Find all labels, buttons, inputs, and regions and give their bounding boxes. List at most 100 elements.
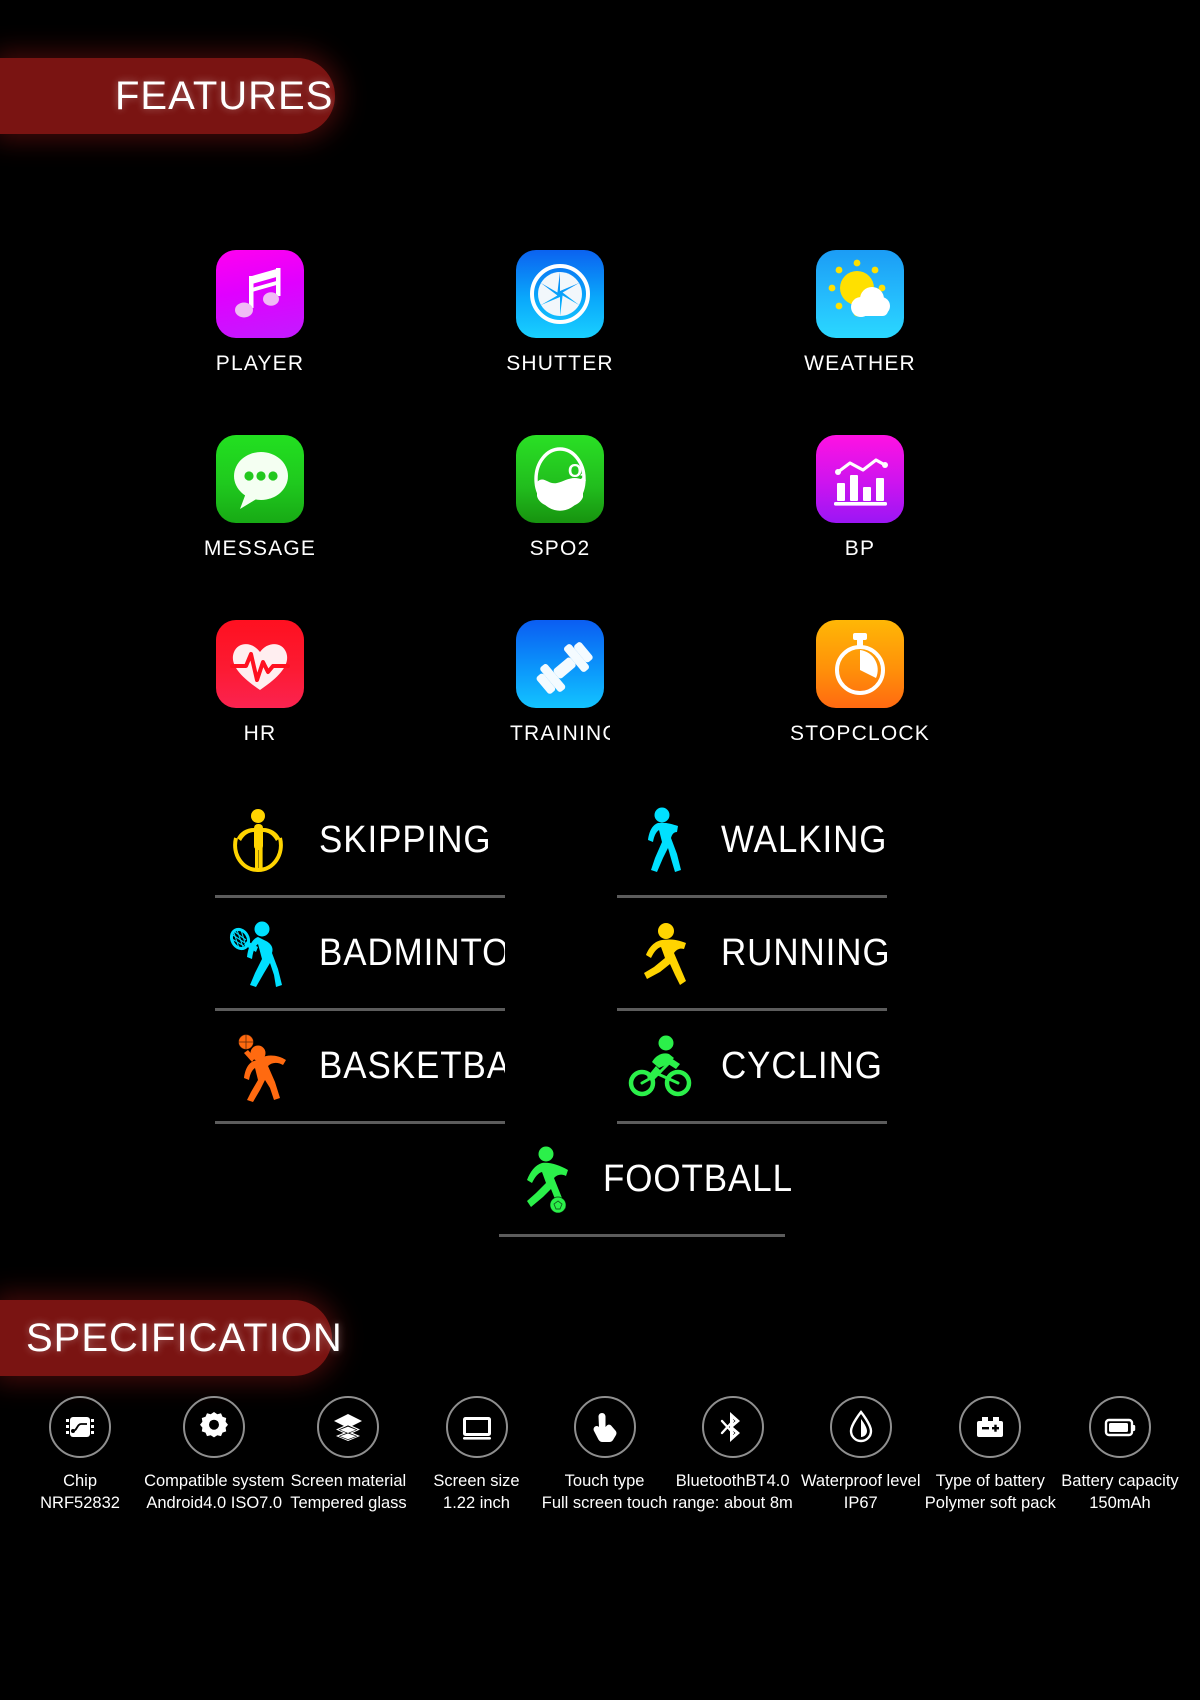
touch-hand-icon [573,1396,636,1458]
skipping-rope-figure-icon [215,797,301,883]
camera-aperture-icon [516,250,604,338]
spec-item-bluetooth: BluetoothBT4.0 range: about 8m [669,1396,797,1515]
spec-value: IP67 [843,1494,878,1513]
spec-title: Waterproof level [800,1472,921,1490]
badminton-figure-icon [215,910,301,996]
features-section-banner: FEATURES [0,58,335,134]
app-label: STOPCLOCK [790,722,930,745]
sport-item-badminton[interactable]: BADMINTON [215,898,505,1011]
spec-item-battery-type: Type of battery Polymer soft pack [925,1396,1056,1515]
sport-label: RUNNING [721,931,887,974]
water-drop-icon [829,1396,892,1458]
spec-item-screen-material: Screen material Tempered glass [284,1396,412,1515]
bar-chart-icon [816,435,904,523]
spec-item-waterproof: Waterproof level IP67 [797,1396,925,1515]
spec-value: Android4.0 ISO7.0 [146,1494,283,1513]
spec-title: Screen size [433,1472,520,1490]
spec-title: Chip [63,1472,97,1490]
speech-bubble-icon [216,435,304,523]
spec-value: 150mAh [1089,1494,1151,1513]
app-label: BP [844,537,876,560]
heart-pulse-icon [216,620,304,708]
app-item-training[interactable]: TRAINING [410,620,710,805]
app-item-stopclock[interactable]: STOPCLOCK [710,620,1010,805]
running-figure-icon [617,910,703,996]
app-row-2: MESSAGE O 2 SPO2 BP [110,435,1010,620]
sport-label: FOOTBALL [603,1157,793,1200]
spec-title: BluetoothBT4.0 [675,1472,790,1490]
app-label: SHUTTER [506,352,614,375]
app-item-weather[interactable]: WEATHER [710,250,1010,435]
spec-item-chip: Chip NRF52832 [16,1396,144,1515]
app-label: SPO2 [529,537,591,560]
sport-label: BADMINTON [319,931,505,974]
spec-value: Polymer soft pack [924,1494,1056,1513]
spec-title: Type of battery [935,1472,1045,1490]
spec-item-battery-capacity: Battery capacity 150mAh [1056,1396,1184,1515]
app-item-player[interactable]: PLAYER [110,250,410,435]
spec-value: Full screen touch [541,1494,668,1513]
sport-label: BASKETBALL [319,1044,505,1087]
app-item-message[interactable]: MESSAGE [110,435,410,620]
app-row-3: HR TRAINING STOPCLOCK [110,620,1010,805]
specification-strip: Chip NRF52832 Compatible system Android4… [0,1396,1200,1515]
specification-banner-label: SPECIFICATION [26,1315,343,1360]
app-item-bp[interactable]: BP [710,435,1010,620]
spec-title: Compatible system [144,1472,285,1490]
product-feature-page: FEATURES PLAYER SHUTTER WEATHER MESSAGE … [0,0,1200,1700]
spec-value: NRF52832 [40,1494,120,1513]
app-item-hr[interactable]: HR [110,620,410,805]
sport-label: SKIPPING [319,818,492,861]
sports-gap [505,785,617,898]
monitor-icon [445,1396,508,1458]
battery-type-icon [959,1396,1022,1458]
sports-grid: SKIPPING WALKING BADMINT RUNNING BASKETB… [215,785,887,1124]
sport-item-running[interactable]: RUNNING [617,898,887,1011]
specification-section-banner: SPECIFICATION [0,1300,342,1376]
football-figure-icon [499,1136,585,1222]
sports-gap [505,1011,617,1124]
app-icon-grid: PLAYER SHUTTER WEATHER MESSAGE O 2 SPO2 … [110,250,1010,805]
football-row: FOOTBALL [215,1124,887,1237]
cycling-figure-icon [617,1023,703,1109]
app-item-spo2[interactable]: O 2 SPO2 [410,435,710,620]
sport-label: WALKING [721,818,887,861]
bluetooth-icon [701,1396,764,1458]
app-row-1: PLAYER SHUTTER WEATHER [110,250,1010,435]
spec-title: Screen material [290,1472,407,1490]
app-label: MESSAGE [203,537,317,560]
spec-item-compatible-system: Compatible system Android4.0 ISO7.0 [144,1396,284,1515]
music-note-icon [216,250,304,338]
oxygen-drop-icon: O 2 [516,435,604,523]
spec-value: Tempered glass [290,1494,407,1513]
basketball-figure-icon [215,1023,301,1109]
sport-label: CYCLING [721,1044,883,1087]
dumbbell-icon [516,620,604,708]
sport-item-cycling[interactable]: CYCLING [617,1011,887,1124]
spec-item-touch-type: Touch type Full screen touch [541,1396,669,1515]
walking-figure-icon [617,797,703,883]
app-label: HR [243,722,277,745]
svg-text:2: 2 [580,472,586,484]
gear-icon [183,1396,246,1458]
sports-gap [505,898,617,1011]
layers-icon [317,1396,380,1458]
app-label: WEATHER [804,352,916,375]
spec-item-screen-size: Screen size 1.22 inch [412,1396,540,1515]
sport-item-skipping[interactable]: SKIPPING [215,785,505,898]
sport-item-basketball[interactable]: BASKETBALL [215,1011,505,1124]
spec-value: range: about 8m [672,1494,793,1513]
sport-item-football[interactable]: FOOTBALL [499,1124,792,1237]
spec-title: Touch type [564,1472,645,1490]
app-label: PLAYER [215,352,305,375]
chip-icon [49,1396,112,1458]
app-item-shutter[interactable]: SHUTTER [410,250,710,435]
sports-modes-list: SKIPPING WALKING BADMINT RUNNING BASKETB… [215,785,887,1237]
app-label: TRAINING [510,722,610,745]
battery-icon [1088,1396,1151,1458]
spec-value: 1.22 inch [443,1494,510,1513]
features-banner-label: FEATURES [115,73,334,118]
sport-item-walking[interactable]: WALKING [617,785,887,898]
sun-cloud-icon [816,250,904,338]
spec-title: Battery capacity [1061,1472,1179,1490]
